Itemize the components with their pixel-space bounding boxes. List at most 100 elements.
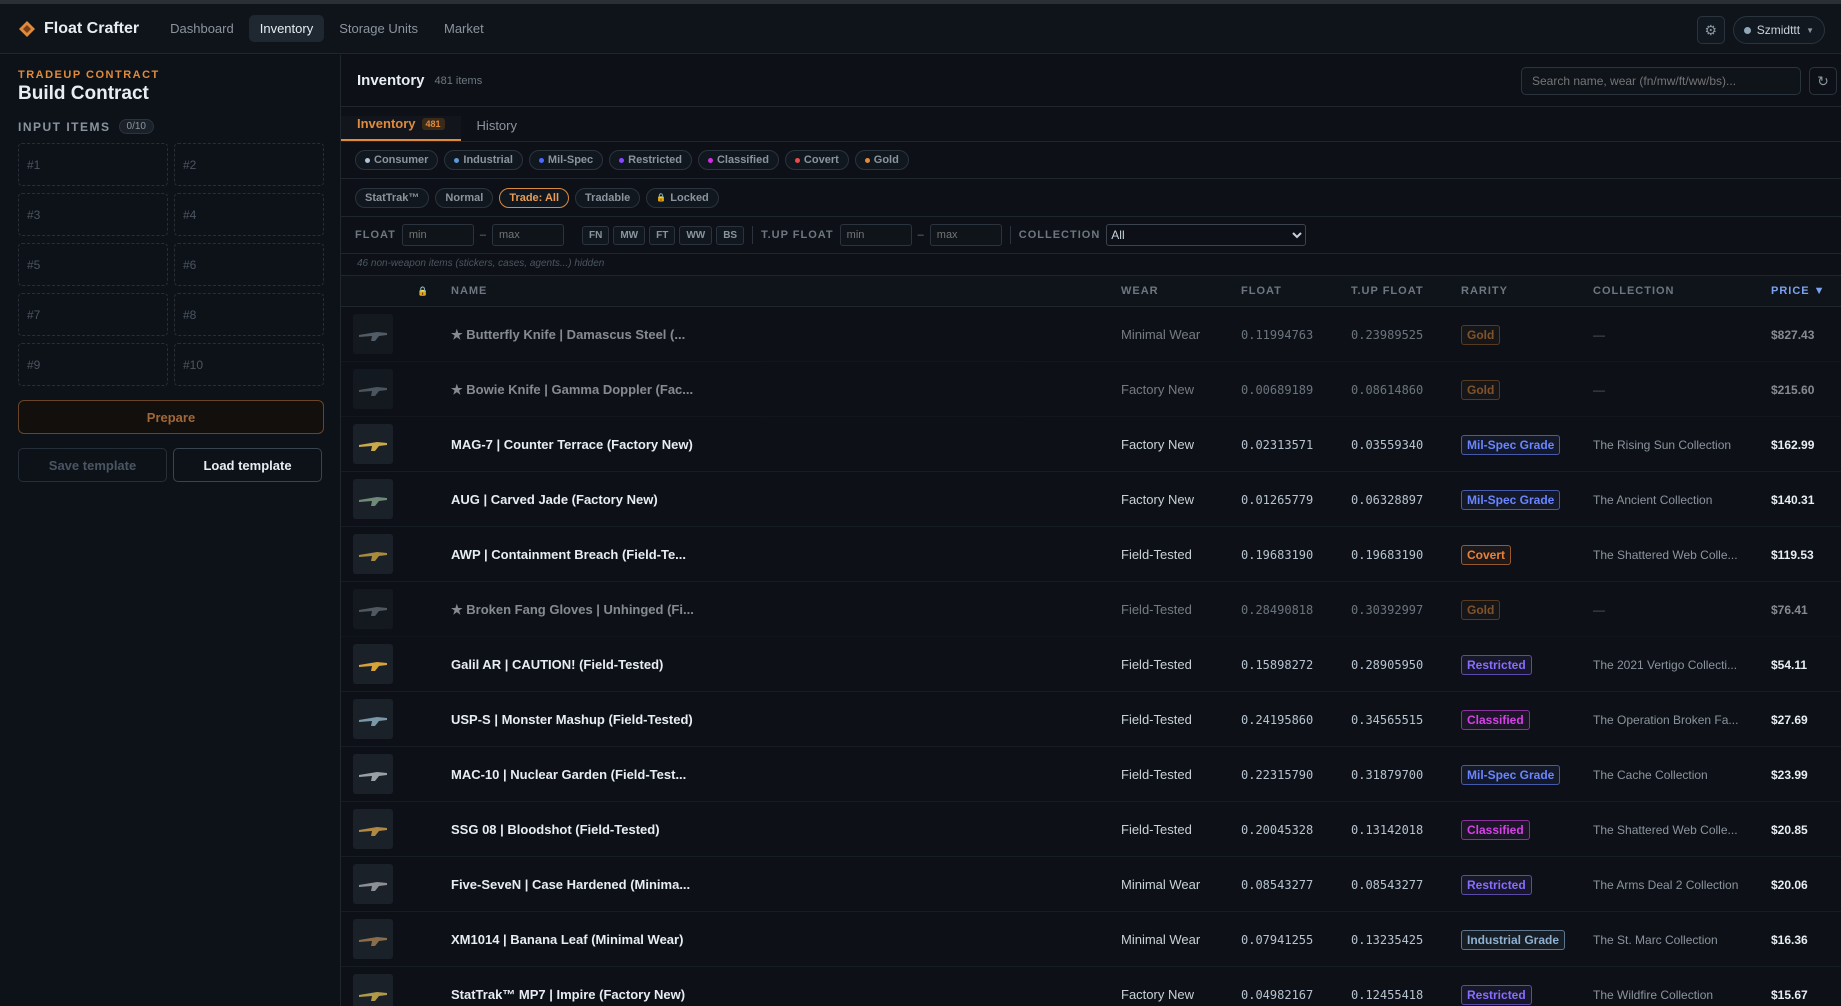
chip-restricted[interactable]: Restricted	[609, 150, 692, 170]
tab-badge: 481	[421, 117, 445, 130]
wear-button-ft[interactable]: FT	[649, 225, 676, 245]
item-name: ★ Bowie Knife | Gamma Doppler (Fac...	[451, 381, 694, 397]
item-thumbnail	[353, 314, 393, 354]
chip-covert[interactable]: Covert	[784, 150, 849, 170]
weapon-icon	[359, 937, 387, 946]
nav-item-storage-units[interactable]: Storage Units	[328, 15, 429, 42]
item-collection: The Shattered Web Colle...	[1593, 547, 1738, 562]
table-row[interactable]: ★ Bowie Knife | Gamma Doppler (Fac... Fac…	[341, 362, 1841, 417]
float-min-input[interactable]	[401, 224, 474, 246]
settings-button[interactable]: ⚙	[1696, 16, 1725, 44]
lock-icon: 🔒	[417, 285, 430, 296]
weapon-icon	[359, 772, 387, 781]
input-count-badge: 0/10	[118, 119, 154, 134]
item-collection: The Ancient Collection	[1593, 492, 1713, 507]
input-slot[interactable]: #8	[174, 293, 324, 336]
input-slot[interactable]: #5	[18, 243, 168, 286]
chip-tradable[interactable]: Tradable	[575, 187, 641, 208]
wear-button-ww[interactable]: WW	[679, 225, 713, 245]
table-row[interactable]: ★ Butterfly Knife | Damascus Steel (... M…	[341, 307, 1841, 362]
nav-item-dashboard[interactable]: Dashboard	[159, 15, 245, 42]
tab-history[interactable]: History	[461, 118, 533, 141]
item-thumbnail	[353, 424, 393, 464]
hidden-items-note: 46 non-weapon items (stickers, cases, ag…	[341, 254, 1841, 276]
table-row[interactable]: StatTrak™ MP7 | Impire (Factory New) Fact…	[341, 967, 1841, 1006]
col-price[interactable]: PRICE ▼	[1771, 285, 1826, 297]
search-input[interactable]	[1521, 67, 1801, 95]
nav-item-market[interactable]: Market	[433, 15, 495, 42]
table-row[interactable]: MAG-7 | Counter Terrace (Factory New) Fac…	[341, 417, 1841, 472]
table-row[interactable]: SSG 08 | Bloodshot (Field-Tested) Field-T…	[341, 802, 1841, 857]
chip-industrial[interactable]: Industrial	[444, 150, 523, 170]
item-tup-float: 0.19683190	[1351, 547, 1424, 562]
item-float: 0.11994763	[1241, 327, 1314, 342]
col-rarity[interactable]: RARITY	[1461, 285, 1508, 297]
input-slot[interactable]: #7	[18, 293, 168, 336]
wear-buttons: FN MW FT WW BS	[581, 225, 745, 245]
load-template-button[interactable]: Load template	[173, 448, 322, 482]
input-slot[interactable]: #1	[18, 143, 168, 186]
col-name[interactable]: NAME	[451, 285, 487, 297]
item-tup-float: 0.12455418	[1351, 987, 1424, 1002]
table-row[interactable]: Five-SeveN | Case Hardened (Minima... Min…	[341, 857, 1841, 912]
collection-select[interactable]: All	[1106, 224, 1307, 246]
chip-label: Consumer	[374, 154, 429, 166]
tup-min-input[interactable]	[839, 224, 912, 246]
tab-inventory[interactable]: Inventory 481	[341, 116, 461, 141]
refresh-button[interactable]: ↻	[1809, 67, 1837, 95]
wear-button-bs[interactable]: BS	[716, 225, 745, 245]
chip-trade-all[interactable]: Trade: All	[499, 187, 570, 208]
item-wear: Field-Tested	[1121, 547, 1192, 562]
input-slot[interactable]: #10	[174, 343, 324, 386]
wear-button-fn[interactable]: FN	[581, 225, 610, 245]
input-slot[interactable]: #3	[18, 193, 168, 236]
nav-item-inventory[interactable]: Inventory	[248, 15, 325, 42]
tup-max-input[interactable]	[929, 224, 1002, 246]
rarity-dot-icon	[538, 157, 544, 163]
col-tup-float[interactable]: T.UP FLOAT	[1351, 285, 1424, 297]
item-wear: Minimal Wear	[1121, 327, 1201, 342]
brand[interactable]: Float Crafter	[18, 20, 139, 38]
rarity-badge: Mil-Spec Grade	[1461, 764, 1561, 785]
item-wear: Field-Tested	[1121, 822, 1192, 837]
wear-button-mw[interactable]: MW	[613, 225, 646, 245]
input-slot[interactable]: #6	[174, 243, 324, 286]
chip-label: Locked	[670, 191, 709, 204]
rarity-cell: Covert	[1461, 527, 1512, 582]
rarity-cell: Gold	[1461, 362, 1501, 417]
item-float: 0.15898272	[1241, 657, 1314, 672]
chip-gold[interactable]: Gold	[854, 150, 909, 170]
chip-stattrak-[interactable]: StatTrak™	[355, 187, 430, 208]
item-thumbnail	[353, 369, 393, 409]
float-max-input[interactable]	[491, 224, 564, 246]
rarity-badge: Industrial Grade	[1461, 929, 1566, 950]
input-slot[interactable]: #4	[174, 193, 324, 236]
table-row[interactable]: USP-S | Monster Mashup (Field-Tested) Fie…	[341, 692, 1841, 747]
chip-classified[interactable]: Classified	[697, 150, 779, 170]
rarity-dot-icon	[864, 157, 870, 163]
table-row[interactable]: Galil AR | CAUTION! (Field-Tested) Field-…	[341, 637, 1841, 692]
item-thumbnail	[353, 919, 393, 959]
table-row[interactable]: AWP | Containment Breach (Field-Te... Fie…	[341, 527, 1841, 582]
col-collection[interactable]: COLLECTION	[1593, 285, 1675, 297]
chip-locked[interactable]: 🔒 Locked	[646, 187, 719, 208]
chip-mil-spec[interactable]: Mil-Spec	[528, 150, 604, 170]
save-template-button[interactable]: Save template	[18, 448, 167, 482]
input-slot[interactable]: #2	[174, 143, 324, 186]
table-row[interactable]: XM1014 | Banana Leaf (Minimal Wear) Minim…	[341, 912, 1841, 967]
chip-consumer[interactable]: Consumer	[355, 150, 439, 170]
item-collection: —	[1593, 327, 1605, 342]
user-menu-button[interactable]: Szmidttt ▼	[1732, 16, 1825, 44]
col-float[interactable]: FLOAT	[1241, 285, 1282, 297]
col-wear[interactable]: WEAR	[1121, 285, 1159, 297]
chip-normal[interactable]: Normal	[435, 187, 494, 208]
prepare-button[interactable]: Prepare	[18, 400, 324, 434]
input-slot[interactable]: #9	[18, 343, 168, 386]
inventory-table: ★ Butterfly Knife | Damascus Steel (... M…	[341, 307, 1841, 1006]
item-collection: The 2021 Vertigo Collecti...	[1593, 657, 1738, 672]
table-row[interactable]: ★ Broken Fang Gloves | Unhinged (Fi... Fi…	[341, 582, 1841, 637]
table-row[interactable]: MAC-10 | Nuclear Garden (Field-Test... Fi…	[341, 747, 1841, 802]
table-row[interactable]: AUG | Carved Jade (Factory New) Factory N…	[341, 472, 1841, 527]
item-wear: Field-Tested	[1121, 767, 1192, 782]
item-name: MAC-10 | Nuclear Garden (Field-Test...	[451, 767, 687, 782]
